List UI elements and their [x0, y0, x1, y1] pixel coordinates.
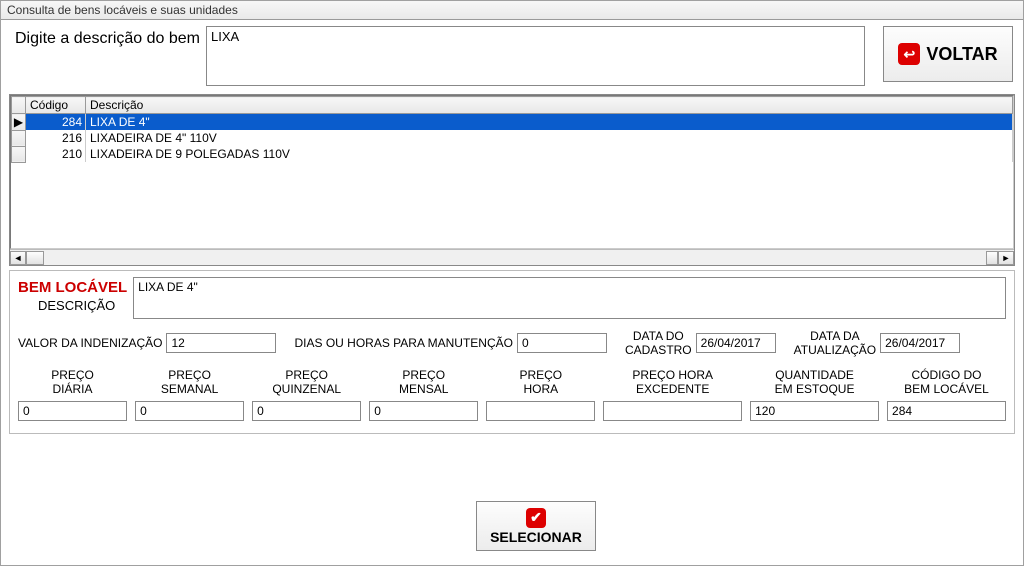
quantidade-estoque-label: QUANTIDADE EM ESTOQUE: [775, 369, 855, 397]
search-input[interactable]: [206, 26, 865, 86]
quantidade-estoque-field[interactable]: [750, 401, 879, 421]
cell-descricao: LIXADEIRA DE 9 POLEGADAS 110V: [86, 146, 1013, 162]
preco-mensal-label: PREÇO MENSAL: [399, 369, 448, 397]
grid-hscrollbar[interactable]: ◄ ►: [10, 249, 1014, 265]
data-atualizacao-field[interactable]: [880, 333, 960, 353]
cell-codigo: 284: [26, 114, 86, 131]
selecionar-label: SELECIONAR: [490, 529, 582, 545]
preco-quinzenal-label: PREÇO QUINZENAL: [272, 369, 341, 397]
selecionar-button[interactable]: ✔ SELECIONAR: [476, 501, 596, 551]
codigo-bem-locavel-group: CÓDIGO DO BEM LOCÁVEL: [887, 369, 1006, 421]
cell-descricao: LIXA DE 4": [86, 114, 1013, 131]
voltar-label: VOLTAR: [926, 44, 997, 65]
row-marker: [12, 130, 26, 146]
preco-hora-excedente-field[interactable]: [603, 401, 742, 421]
data-cadastro-field[interactable]: [696, 333, 776, 353]
table-row[interactable]: ▶284LIXA DE 4": [12, 114, 1013, 131]
back-icon: ↩: [898, 43, 920, 65]
results-grid[interactable]: Código Descrição ▶284LIXA DE 4"216LIXADE…: [9, 94, 1015, 266]
voltar-button[interactable]: ↩ VOLTAR: [883, 26, 1013, 82]
quantidade-estoque-group: QUANTIDADE EM ESTOQUE: [750, 369, 879, 421]
grid-header-codigo[interactable]: Código: [26, 97, 86, 114]
preco-hora-excedente-group: PREÇO HORA EXCEDENTE: [603, 369, 742, 421]
scroll-right-thumb[interactable]: [986, 251, 998, 265]
preco-hora-label: PREÇO HORA: [519, 369, 562, 397]
scroll-right-icon[interactable]: ►: [998, 251, 1014, 265]
cell-codigo: 210: [26, 146, 86, 162]
data-atualizacao-label: DATA DA ATUALIZAÇÃO: [794, 329, 876, 357]
indenizacao-label: VALOR DA INDENIZAÇÃO: [18, 336, 162, 350]
preco-mensal-group: PREÇO MENSAL: [369, 369, 478, 421]
search-label: Digite a descrição do bem: [15, 26, 200, 48]
data-cadastro-label: DATA DO CADASTRO: [625, 329, 692, 357]
cell-codigo: 216: [26, 130, 86, 146]
grid-header-marker[interactable]: [12, 97, 26, 114]
codigo-bem-locavel-label: CÓDIGO DO BEM LOCÁVEL: [904, 369, 989, 397]
cell-descricao: LIXADEIRA DE 4" 110V: [86, 130, 1013, 146]
preco-mensal-field[interactable]: [369, 401, 478, 421]
row-marker: [12, 146, 26, 162]
preco-diaria-label: PREÇO DIÁRIA: [51, 369, 94, 397]
preco-semanal-group: PREÇO SEMANAL: [135, 369, 244, 421]
manutencao-field[interactable]: [517, 333, 607, 353]
table-row[interactable]: 210LIXADEIRA DE 9 POLEGADAS 110V: [12, 146, 1013, 162]
bem-locavel-label: BEM LOCÁVEL: [18, 279, 127, 296]
preco-semanal-field[interactable]: [135, 401, 244, 421]
manutencao-label: DIAS OU HORAS PARA MANUTENÇÃO: [294, 336, 512, 350]
row-marker: ▶: [12, 114, 26, 131]
preco-hora-field[interactable]: [486, 401, 595, 421]
scroll-thumb[interactable]: [26, 251, 44, 265]
window-title: Consulta de bens locáveis e suas unidade…: [1, 1, 1023, 20]
preco-semanal-label: PREÇO SEMANAL: [161, 369, 218, 397]
table-row[interactable]: 216LIXADEIRA DE 4" 110V: [12, 130, 1013, 146]
descricao-field[interactable]: [133, 277, 1006, 319]
scroll-left-icon[interactable]: ◄: [10, 251, 26, 265]
check-icon: ✔: [526, 508, 546, 528]
preco-diaria-group: PREÇO DIÁRIA: [18, 369, 127, 421]
codigo-bem-locavel-field[interactable]: [887, 401, 1006, 421]
detail-panel: BEM LOCÁVEL DESCRIÇÃO VALOR DA INDENIZAÇ…: [9, 270, 1015, 434]
preco-quinzenal-group: PREÇO QUINZENAL: [252, 369, 361, 421]
preco-hora-group: PREÇO HORA: [486, 369, 595, 421]
preco-diaria-field[interactable]: [18, 401, 127, 421]
preco-quinzenal-field[interactable]: [252, 401, 361, 421]
indenizacao-field[interactable]: [166, 333, 276, 353]
grid-header-descricao[interactable]: Descrição: [86, 97, 1013, 114]
descricao-label: DESCRIÇÃO: [18, 298, 127, 313]
preco-hora-excedente-label: PREÇO HORA EXCEDENTE: [632, 369, 713, 397]
